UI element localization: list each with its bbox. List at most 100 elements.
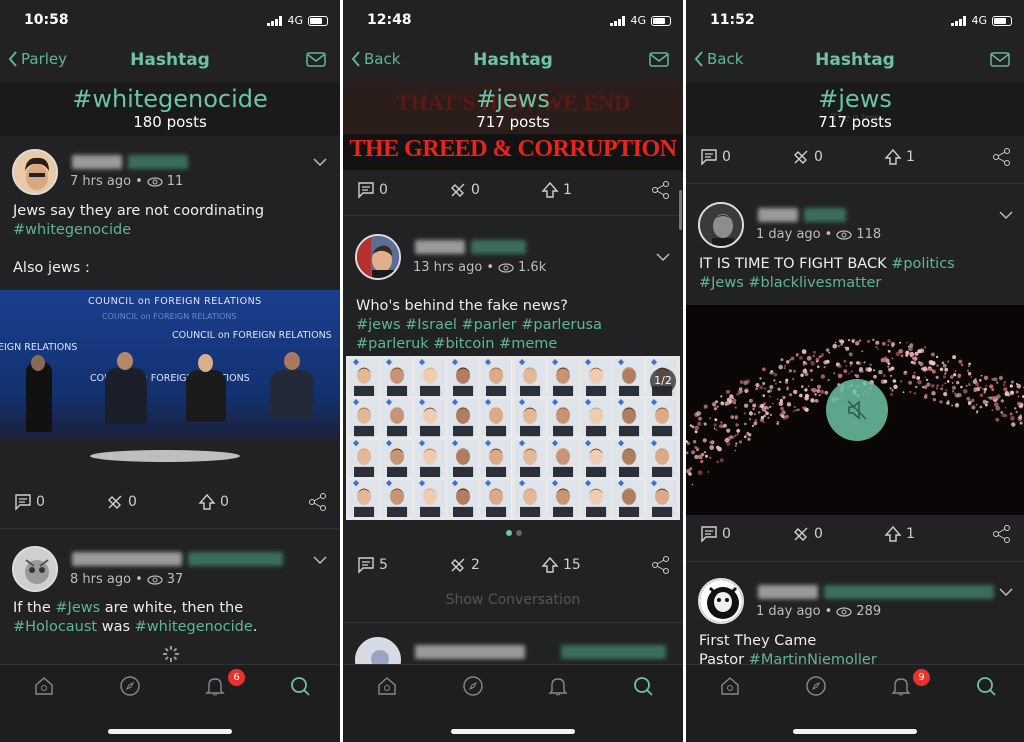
home-indicator[interactable] <box>108 729 232 734</box>
phone-screen-1: 10:58 4G Parley Hashtag #whitegenocide 1… <box>0 0 340 742</box>
hashtag-link[interactable]: #politics <box>891 256 955 272</box>
comment-button[interactable]: 5 <box>357 556 388 574</box>
show-conversation-link[interactable]: Show Conversation <box>343 592 683 608</box>
post-body: Jews say they are not coordinating #whit… <box>13 203 265 276</box>
chevron-down-icon[interactable] <box>999 588 1013 596</box>
light-dot <box>843 359 847 363</box>
home-icon[interactable] <box>719 675 741 697</box>
light-dot <box>973 388 977 393</box>
post-image-gallery[interactable] <box>346 356 680 520</box>
hashtag-link[interactable]: #blacklivesmatter <box>748 275 881 291</box>
avatar[interactable] <box>12 149 58 195</box>
share-icon[interactable] <box>308 492 328 512</box>
share-icon[interactable] <box>992 147 1012 167</box>
light-dot <box>982 388 984 390</box>
page-dot-active[interactable] <box>506 530 512 536</box>
bell-icon[interactable] <box>547 675 569 697</box>
light-dot <box>914 351 919 356</box>
echo-button[interactable]: 0 <box>449 181 480 199</box>
back-button[interactable]: Parley <box>8 50 67 68</box>
hashtag-link[interactable]: #whitegenocide <box>13 221 264 240</box>
light-dot <box>694 425 699 431</box>
eye-icon <box>836 229 852 240</box>
comment-button[interactable]: 0 <box>700 525 731 543</box>
home-icon[interactable] <box>376 675 398 697</box>
hashtag-link[interactable]: #Jews <box>699 275 744 291</box>
light-dot <box>751 424 755 428</box>
chevron-down-icon[interactable] <box>656 253 670 261</box>
avatar[interactable] <box>355 234 401 280</box>
mute-button[interactable] <box>826 379 888 441</box>
bell-icon[interactable] <box>204 675 226 697</box>
eye-icon <box>147 176 163 187</box>
hashtag-link[interactable]: #Jews <box>55 600 100 616</box>
home-icon[interactable] <box>33 675 55 697</box>
chevron-down-icon[interactable] <box>313 556 327 564</box>
post-image[interactable]: COUNCIL on FOREIGN RELATIONS COUNCIL on … <box>0 290 340 482</box>
echo-button[interactable]: 0 <box>106 493 137 511</box>
avatar[interactable] <box>698 202 744 248</box>
comment-button[interactable]: 0 <box>14 493 45 511</box>
upvote-button[interactable]: 1 <box>884 525 915 543</box>
light-dot <box>736 392 740 396</box>
chevron-left-icon <box>694 51 703 67</box>
compass-icon[interactable] <box>462 675 484 697</box>
compass-icon[interactable] <box>805 675 827 697</box>
light-dot <box>762 367 766 372</box>
light-dot <box>968 373 971 376</box>
light-dot <box>1009 412 1013 416</box>
post-count: 717 posts <box>818 113 892 131</box>
light-dot <box>801 349 807 355</box>
echo-button[interactable]: 0 <box>792 525 823 543</box>
light-dot <box>738 440 743 444</box>
avatar[interactable] <box>12 546 58 592</box>
echo-button[interactable]: 0 <box>792 148 823 166</box>
upvote-button[interactable]: 0 <box>198 493 229 511</box>
nav-bar: Parley Hashtag <box>0 40 340 82</box>
mail-icon[interactable] <box>306 52 326 67</box>
post-video[interactable] <box>686 305 1024 515</box>
upvote-button[interactable]: 1 <box>884 148 915 166</box>
hashtag-links[interactable]: #parleruk #bitcoin #meme <box>356 335 681 354</box>
share-icon[interactable] <box>651 555 671 575</box>
mail-icon[interactable] <box>649 52 669 67</box>
handle-redacted <box>824 585 994 599</box>
search-icon[interactable] <box>289 675 311 697</box>
hashtag-link[interactable]: #whitegenocide <box>135 619 253 635</box>
comment-button[interactable]: 0 <box>357 181 388 199</box>
light-dot <box>1016 401 1022 406</box>
share-icon[interactable] <box>992 524 1012 544</box>
light-dot <box>982 399 987 404</box>
comment-button[interactable]: 0 <box>700 148 731 166</box>
light-dot <box>951 404 954 407</box>
bell-icon[interactable] <box>890 675 912 697</box>
upvote-button[interactable]: 1 <box>541 181 572 199</box>
hashtag-link[interactable]: #Holocaust <box>13 619 97 635</box>
scrollbar[interactable] <box>679 190 682 230</box>
back-button[interactable]: Back <box>694 50 743 68</box>
upvote-button[interactable]: 15 <box>541 556 581 574</box>
back-button[interactable]: Back <box>351 50 400 68</box>
echo-button[interactable]: 2 <box>449 556 480 574</box>
gallery-portrait <box>415 439 446 477</box>
mail-icon[interactable] <box>990 52 1010 67</box>
avatar[interactable] <box>698 578 744 624</box>
gallery-portrait <box>514 399 545 437</box>
light-dot <box>832 343 838 349</box>
light-dot <box>869 363 872 366</box>
page-dot[interactable] <box>516 530 522 536</box>
search-icon[interactable] <box>632 675 654 697</box>
home-indicator[interactable] <box>793 729 917 734</box>
hashtag-links[interactable]: #jews #Israel #parler #parlerusa <box>356 316 681 335</box>
light-dot <box>916 376 921 380</box>
chevron-down-icon[interactable] <box>313 158 327 166</box>
post-body: Who's behind the fake news? #jews #Israe… <box>356 297 681 354</box>
share-icon[interactable] <box>651 180 671 200</box>
search-icon[interactable] <box>975 675 997 697</box>
light-dot <box>855 341 860 346</box>
chevron-down-icon[interactable] <box>999 211 1013 219</box>
light-dot <box>696 449 699 452</box>
home-indicator[interactable] <box>451 729 575 734</box>
compass-icon[interactable] <box>119 675 141 697</box>
light-dot <box>1004 406 1007 409</box>
